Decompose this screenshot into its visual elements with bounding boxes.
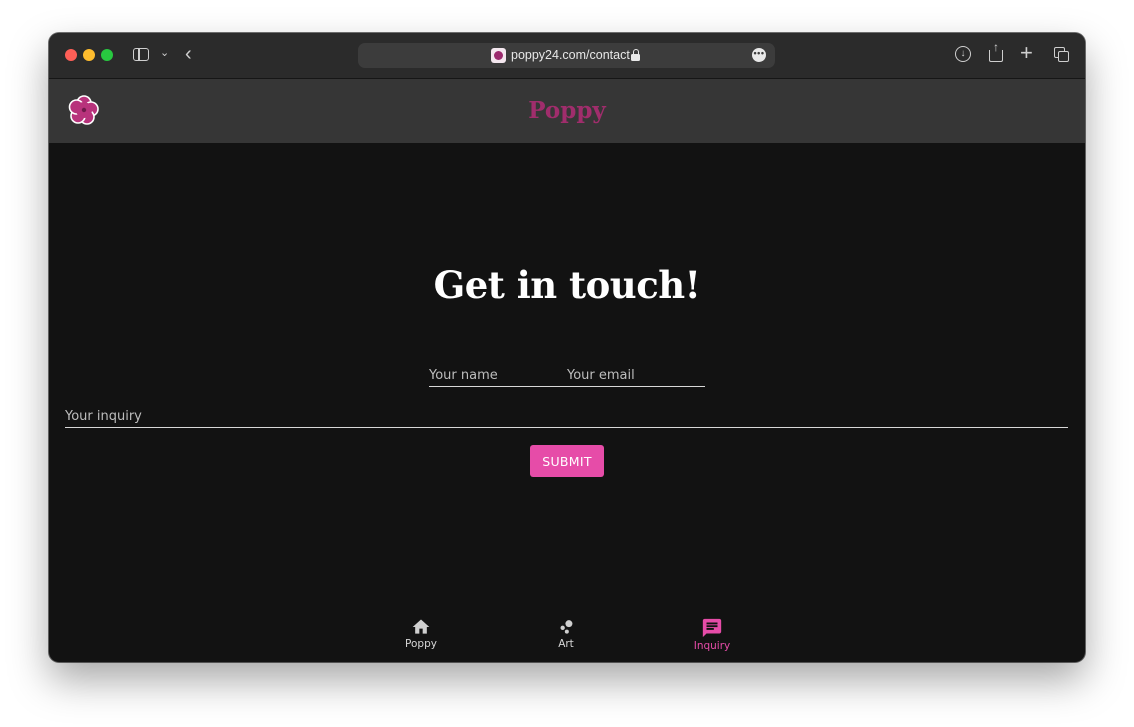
tab-overview-icon[interactable]	[1054, 47, 1069, 62]
art-icon	[560, 620, 573, 634]
page-menu-icon[interactable]: •••	[752, 48, 766, 62]
address-bar[interactable]: poppy24.com/contact •••	[358, 43, 775, 68]
lock-icon	[631, 49, 640, 61]
name-field[interactable]	[429, 364, 567, 387]
chat-icon	[702, 618, 722, 638]
app-title: Poppy	[528, 97, 606, 124]
email-field[interactable]	[567, 364, 705, 387]
nav-label-poppy: Poppy	[405, 638, 437, 650]
nav-label-art: Art	[558, 638, 574, 650]
name-input[interactable]	[429, 364, 567, 386]
app-header: Poppy	[49, 79, 1085, 143]
url-text: poppy24.com/contact	[511, 48, 630, 62]
browser-toolbar: ⌄ ‹ poppy24.com/contact ••• ↓ ↑ +	[49, 33, 1085, 79]
download-icon[interactable]: ↓	[955, 46, 971, 62]
nav-item-poppy[interactable]: Poppy	[376, 617, 466, 650]
back-icon[interactable]: ‹	[185, 43, 192, 66]
nav-item-inquiry[interactable]: Inquiry	[667, 617, 757, 652]
share-icon[interactable]: ↑	[989, 40, 1003, 62]
inquiry-field[interactable]	[65, 405, 1068, 428]
chevron-down-icon[interactable]: ⌄	[160, 46, 169, 59]
nav-label-inquiry: Inquiry	[693, 640, 731, 652]
inquiry-input[interactable]	[65, 405, 1068, 427]
bottom-navigation: Poppy Art Inquiry	[49, 617, 1085, 662]
minimize-window-button[interactable]	[83, 49, 95, 61]
home-icon	[412, 619, 430, 634]
submit-button[interactable]: SUBMIT	[530, 445, 604, 477]
favicon-icon	[491, 48, 506, 63]
email-input[interactable]	[567, 364, 705, 386]
browser-window: ⌄ ‹ poppy24.com/contact ••• ↓ ↑ + Poppy …	[49, 33, 1085, 662]
close-window-button[interactable]	[65, 49, 77, 61]
page-heading: Get in touch!	[433, 263, 701, 307]
sidebar-toggle-icon[interactable]	[133, 48, 149, 61]
nav-item-art[interactable]: Art	[521, 617, 611, 650]
new-tab-icon[interactable]: +	[1020, 42, 1033, 64]
maximize-window-button[interactable]	[101, 49, 113, 61]
